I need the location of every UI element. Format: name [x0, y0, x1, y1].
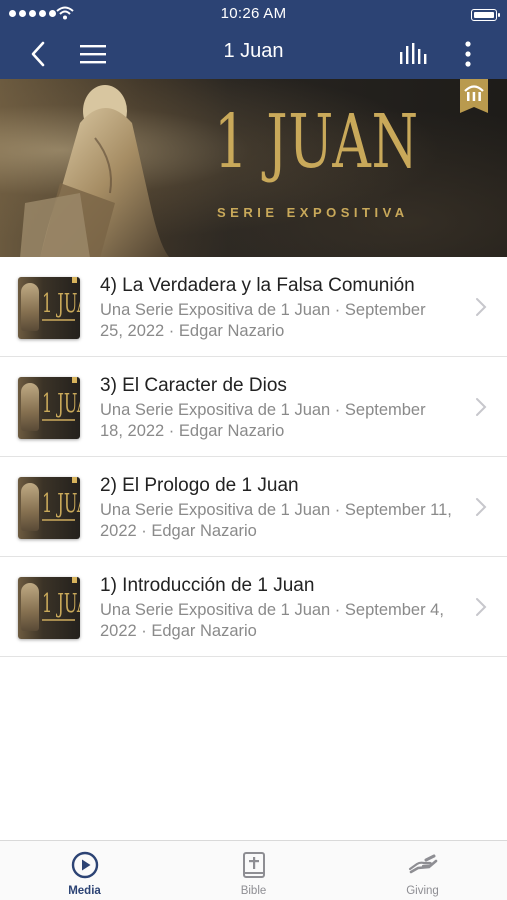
sermon-meta: Una Serie Expositiva de 1 Juan · Septemb… [100, 301, 426, 340]
sermon-title: 4) La Verdadera y la Falsa Comunión [100, 275, 415, 296]
tab-bible[interactable]: Bible [169, 841, 338, 900]
series-banner: 1 JUAN SERIE EXPOSITIVA [0, 79, 507, 257]
top-bar: 10:26 AM 1 Juan [0, 0, 507, 79]
battery-icon [471, 9, 500, 21]
play-circle-icon [71, 851, 98, 879]
sermon-thumbnail: 1 JUAN [18, 477, 80, 539]
banner-title: 1 JUAN [214, 99, 419, 185]
tab-media-label: Media [68, 885, 101, 897]
list-item[interactable]: 1 JUAN 1) Introducción de 1 Juan Una Ser… [0, 557, 507, 657]
sermon-thumbnail: 1 JUAN [18, 277, 80, 339]
list-item[interactable]: 1 JUAN 3) El Caracter de Dios Una Serie … [0, 357, 507, 457]
chevron-right-icon [476, 498, 487, 516]
sermon-title: 3) El Caracter de Dios [100, 375, 287, 396]
sermon-meta: Una Serie Expositiva de 1 Juan · Septemb… [100, 401, 426, 440]
list-item[interactable]: 1 JUAN 2) El Prologo de 1 Juan Una Serie… [0, 457, 507, 557]
thumbnail-title: 1 JUAN [42, 589, 80, 619]
thumbnail-title: 1 JUAN [42, 389, 80, 419]
nav-bar: 1 Juan [0, 28, 507, 79]
sermon-meta: Una Serie Expositiva de 1 Juan · Septemb… [100, 601, 444, 640]
thumbnail-title: 1 JUAN [42, 489, 80, 519]
chevron-right-icon [476, 598, 487, 616]
status-time: 10:26 AM [220, 5, 287, 22]
page-title: 1 Juan [223, 40, 284, 62]
chevron-right-icon [476, 398, 487, 416]
bible-icon [242, 852, 265, 878]
sermon-thumbnail: 1 JUAN [18, 577, 80, 639]
list-item[interactable]: 1 JUAN 4) La Verdadera y la Falsa Comuni… [0, 257, 507, 357]
sermon-meta: Una Serie Expositiva de 1 Juan · Septemb… [100, 501, 452, 540]
giving-hand-icon [408, 854, 437, 874]
thumbnail-title: 1 JUAN [42, 289, 80, 319]
sermon-list: 1 JUAN 4) La Verdadera y la Falsa Comuni… [0, 257, 507, 657]
more-vertical-icon [465, 41, 471, 67]
stats-button[interactable] [398, 38, 430, 70]
bookmark-badge [460, 79, 488, 113]
sermon-title: 2) El Prologo de 1 Juan [100, 475, 299, 496]
more-button[interactable] [452, 38, 484, 70]
chevron-right-icon [476, 298, 487, 316]
apostle-figure-illustration [20, 85, 170, 257]
tab-giving-label: Giving [406, 885, 439, 897]
sermon-thumbnail: 1 JUAN [18, 377, 80, 439]
tab-giving[interactable]: Giving [338, 841, 507, 900]
bar-chart-icon [400, 43, 427, 64]
tab-bar: Media Bible Giving [0, 840, 507, 900]
tab-bible-label: Bible [240, 885, 267, 897]
tab-media[interactable]: Media [0, 841, 169, 900]
banner-subtitle: SERIE EXPOSITIVA [217, 205, 409, 220]
status-bar: 10:26 AM [0, 0, 507, 28]
church-logo-icon [464, 85, 484, 101]
sermon-title: 1) Introducción de 1 Juan [100, 575, 315, 596]
